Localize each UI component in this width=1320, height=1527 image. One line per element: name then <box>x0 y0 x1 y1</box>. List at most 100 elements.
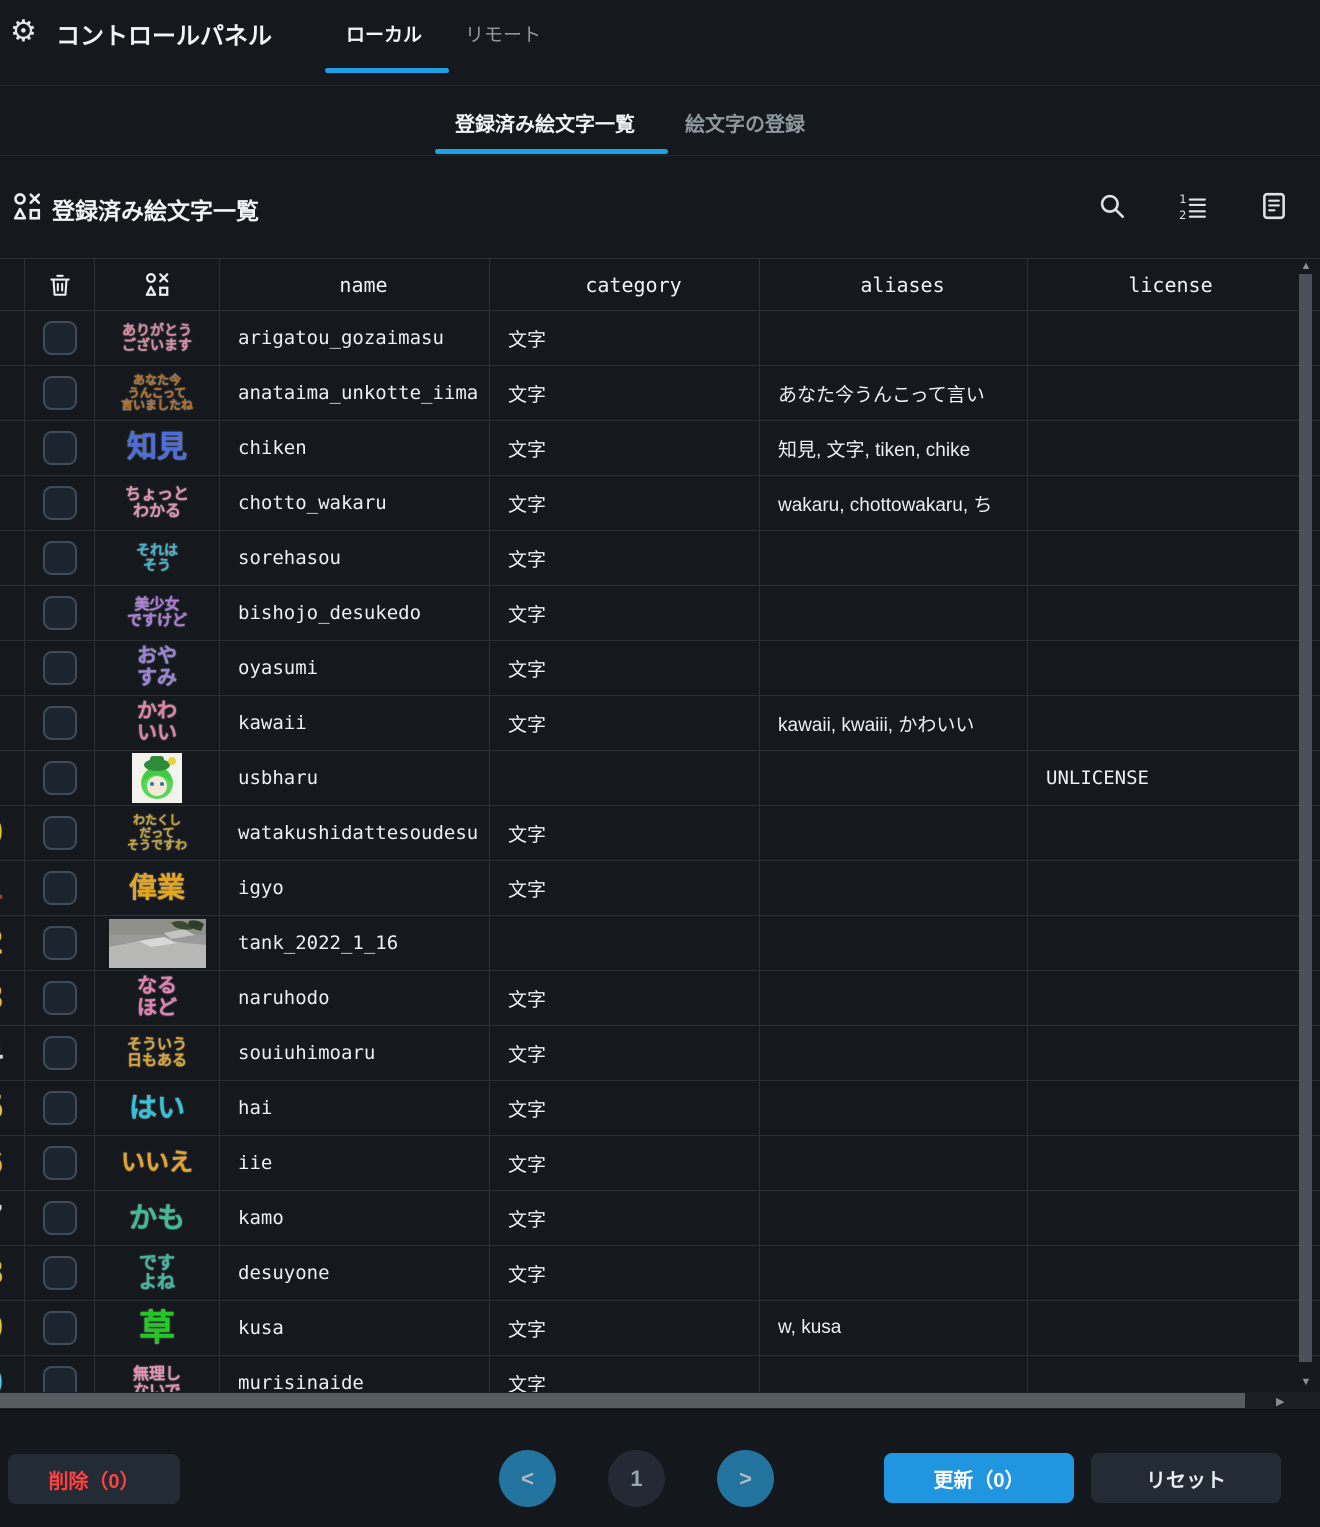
search-icon[interactable] <box>1097 191 1127 221</box>
cell-category[interactable]: 文字 <box>490 421 760 475</box>
cell-license[interactable] <box>1028 861 1295 915</box>
horizontal-scrollbar-thumb[interactable] <box>0 1393 1245 1408</box>
delete-button[interactable]: 削除（0） <box>8 1454 180 1504</box>
cell-category[interactable]: 文字 <box>490 971 760 1025</box>
scroll-right-arrow-icon[interactable]: ▶ <box>1276 1395 1284 1408</box>
cell-name[interactable]: iie <box>220 1136 490 1190</box>
cell-category[interactable]: 文字 <box>490 1081 760 1135</box>
cell-category[interactable]: 文字 <box>490 1301 760 1355</box>
cell-aliases[interactable] <box>760 586 1028 640</box>
scroll-up-arrow-icon[interactable]: ▲ <box>1300 262 1312 270</box>
row-checkbox[interactable] <box>43 321 77 355</box>
tab-local[interactable]: ローカル <box>346 20 422 47</box>
cell-aliases[interactable]: wakaru, chottowakaru, ち <box>760 476 1028 530</box>
cell-name[interactable]: chiken <box>220 421 490 475</box>
cell-license[interactable] <box>1028 1026 1295 1080</box>
cell-category[interactable]: 文字 <box>490 1136 760 1190</box>
cell-category[interactable]: 文字 <box>490 531 760 585</box>
row-checkbox[interactable] <box>43 706 77 740</box>
cell-name[interactable]: kamo <box>220 1191 490 1245</box>
scroll-down-arrow-icon[interactable]: ▼ <box>1300 1378 1312 1386</box>
cell-license[interactable] <box>1028 1356 1295 1392</box>
cell-aliases[interactable] <box>760 311 1028 365</box>
cell-aliases[interactable] <box>760 751 1028 805</box>
row-checkbox[interactable] <box>43 1146 77 1180</box>
numbered-list-icon[interactable]: 1 2 <box>1177 191 1207 221</box>
tab-remote[interactable]: リモート <box>465 20 541 47</box>
cell-name[interactable]: chotto_wakaru <box>220 476 490 530</box>
cell-name[interactable]: oyasumi <box>220 641 490 695</box>
cell-license[interactable] <box>1028 1246 1295 1300</box>
cell-license[interactable] <box>1028 476 1295 530</box>
cell-category[interactable]: 文字 <box>490 366 760 420</box>
cell-name[interactable]: hai <box>220 1081 490 1135</box>
cell-license[interactable] <box>1028 806 1295 860</box>
row-checkbox[interactable] <box>43 596 77 630</box>
row-checkbox[interactable] <box>43 1201 77 1235</box>
cell-category[interactable]: 文字 <box>490 586 760 640</box>
cell-name[interactable]: tank_2022_1_16 <box>220 916 490 970</box>
tab-registered-emoji-list[interactable]: 登録済み絵文字一覧 <box>455 108 635 137</box>
cell-license[interactable]: UNLICENSE <box>1028 751 1295 805</box>
cell-aliases[interactable] <box>760 806 1028 860</box>
row-checkbox[interactable] <box>43 816 77 850</box>
cell-license[interactable] <box>1028 696 1295 750</box>
cell-license[interactable] <box>1028 421 1295 475</box>
row-checkbox[interactable] <box>43 981 77 1015</box>
next-page-button[interactable]: ˃ <box>717 1450 774 1507</box>
cell-category[interactable]: 文字 <box>490 476 760 530</box>
row-checkbox[interactable] <box>43 376 77 410</box>
cell-aliases[interactable] <box>760 1191 1028 1245</box>
cell-name[interactable]: watakushidattesoudesu <box>220 806 490 860</box>
cell-name[interactable]: anataima_unkotte_iima <box>220 366 490 420</box>
cell-license[interactable] <box>1028 366 1295 420</box>
vertical-scrollbar-thumb[interactable] <box>1299 274 1312 1362</box>
cell-name[interactable]: igyo <box>220 861 490 915</box>
row-checkbox[interactable] <box>43 761 77 795</box>
cell-aliases[interactable]: 知見, 文字, tiken, chike <box>760 421 1028 475</box>
cell-aliases[interactable] <box>760 641 1028 695</box>
cell-name[interactable]: kusa <box>220 1301 490 1355</box>
row-checkbox[interactable] <box>43 871 77 905</box>
cell-license[interactable] <box>1028 641 1295 695</box>
cell-name[interactable]: naruhodo <box>220 971 490 1025</box>
cell-license[interactable] <box>1028 531 1295 585</box>
cell-license[interactable] <box>1028 1136 1295 1190</box>
cell-name[interactable]: desuyone <box>220 1246 490 1300</box>
cell-license[interactable] <box>1028 916 1295 970</box>
update-button[interactable]: 更新（0） <box>884 1453 1074 1503</box>
tab-register-emoji[interactable]: 絵文字の登録 <box>685 108 805 137</box>
cell-aliases[interactable] <box>760 1136 1028 1190</box>
cell-category[interactable]: 文字 <box>490 861 760 915</box>
cell-category[interactable]: 文字 <box>490 1356 760 1392</box>
cell-license[interactable] <box>1028 311 1295 365</box>
cell-aliases[interactable] <box>760 861 1028 915</box>
row-checkbox[interactable] <box>43 541 77 575</box>
row-checkbox[interactable] <box>43 1256 77 1290</box>
cell-category[interactable]: 文字 <box>490 696 760 750</box>
cell-aliases[interactable] <box>760 916 1028 970</box>
row-checkbox[interactable] <box>43 431 77 465</box>
cell-aliases[interactable] <box>760 1356 1028 1392</box>
cell-aliases[interactable] <box>760 1026 1028 1080</box>
prev-page-button[interactable]: ˂ <box>499 1450 556 1507</box>
cell-license[interactable] <box>1028 1081 1295 1135</box>
page-number[interactable]: 1 <box>608 1450 665 1507</box>
cell-aliases[interactable] <box>760 971 1028 1025</box>
cell-aliases[interactable] <box>760 531 1028 585</box>
cell-category[interactable]: 文字 <box>490 806 760 860</box>
row-checkbox[interactable] <box>43 926 77 960</box>
document-icon[interactable] <box>1259 191 1289 221</box>
cell-name[interactable]: souiuhimoaru <box>220 1026 490 1080</box>
cell-license[interactable] <box>1028 1301 1295 1355</box>
reset-button[interactable]: リセット <box>1091 1453 1281 1503</box>
cell-category[interactable]: 文字 <box>490 1026 760 1080</box>
cell-name[interactable]: arigatou_gozaimasu <box>220 311 490 365</box>
row-checkbox[interactable] <box>43 651 77 685</box>
cell-category[interactable]: 文字 <box>490 641 760 695</box>
cell-aliases[interactable]: あなた今うんこって言い <box>760 366 1028 420</box>
cell-category[interactable]: 文字 <box>490 311 760 365</box>
cell-category[interactable]: 文字 <box>490 1246 760 1300</box>
cell-aliases[interactable]: kawaii, kwaiii, かわいい <box>760 696 1028 750</box>
cell-category[interactable]: 文字 <box>490 1191 760 1245</box>
